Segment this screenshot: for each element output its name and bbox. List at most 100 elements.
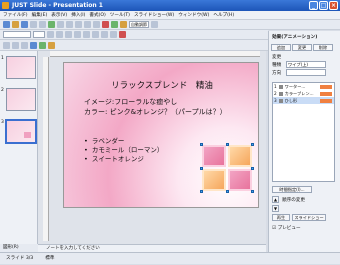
- fill-icon[interactable]: [39, 41, 46, 49]
- slide-line-1: イメージ:フローラルな癒やし: [84, 98, 178, 106]
- move-up-button[interactable]: ▲: [272, 196, 279, 203]
- font-color-icon[interactable]: [119, 31, 126, 38]
- effect-type-select[interactable]: ワイプ(上): [286, 61, 326, 68]
- maximize-button[interactable]: □: [319, 1, 328, 10]
- menu-insert[interactable]: 挿入(I): [71, 12, 85, 18]
- resize-handle[interactable]: [226, 143, 229, 146]
- mouse-icon: [278, 98, 283, 103]
- thumbnail-slide-2[interactable]: [6, 88, 36, 111]
- effects-icon[interactable]: [48, 41, 55, 49]
- numbering-icon[interactable]: [110, 31, 117, 38]
- menu-tools[interactable]: ツール(T): [110, 12, 130, 18]
- app-icon: [2, 2, 9, 9]
- preview-checkbox[interactable]: ☑ プレビュー: [272, 225, 301, 231]
- menu-slideshow[interactable]: スライドショー(W): [134, 12, 174, 18]
- italic-icon[interactable]: [56, 31, 63, 38]
- animation-item[interactable]: 1 ワーター...: [273, 83, 334, 90]
- bullet-item: ラベンダー: [84, 137, 163, 146]
- slide-title[interactable]: リラックスブレンド 精油: [64, 79, 258, 91]
- move-down-button[interactable]: ▼: [272, 205, 279, 212]
- spellcheck-icon[interactable]: [48, 21, 55, 28]
- thumb-number: 2: [1, 88, 4, 93]
- align-left-icon[interactable]: [74, 31, 81, 38]
- cut-icon[interactable]: [57, 21, 64, 28]
- close-button[interactable]: ×: [329, 1, 338, 10]
- direction-select[interactable]: [286, 69, 326, 76]
- align-right-icon[interactable]: [92, 31, 99, 38]
- resize-handle[interactable]: [251, 190, 254, 193]
- menu-edit[interactable]: 編集(E): [32, 12, 48, 18]
- slide-canvas[interactable]: リラックスブレンド 精油 イメージ:フローラルな癒やし カラー: ピンク&オレン…: [63, 62, 259, 208]
- play-button[interactable]: 再生: [272, 214, 290, 221]
- thumb-number: 3: [1, 120, 4, 125]
- new-icon[interactable]: [3, 21, 10, 28]
- shape-icon[interactable]: [30, 41, 37, 49]
- title-bar: JUST Slide - Presentation 1 _ □ ×: [0, 0, 340, 11]
- mouse-icon: [278, 84, 283, 89]
- tile-orange: [202, 169, 226, 191]
- timing-button[interactable]: 時間指定(I)...: [272, 186, 312, 193]
- image-icon[interactable]: [120, 21, 127, 28]
- line-icon[interactable]: [21, 41, 28, 49]
- panel-tabs: 追加 変更 削除: [271, 44, 333, 51]
- select-icon[interactable]: [3, 41, 10, 49]
- resize-handle[interactable]: [200, 167, 203, 170]
- paste-icon[interactable]: [75, 21, 82, 28]
- panel-title: 効果(アニメーション): [272, 35, 318, 40]
- bullet-item: カモミール（ローマン）: [84, 146, 164, 155]
- menu-file[interactable]: ファイル(F): [3, 12, 28, 18]
- bullet-item: スイートオレンジ: [84, 155, 163, 164]
- underline-icon[interactable]: [65, 31, 72, 38]
- type-label: 種類: [272, 63, 282, 68]
- status-bar: スライド 3/3 標準: [0, 252, 340, 264]
- zoom-select[interactable]: 自動調節: [129, 21, 149, 28]
- save-icon[interactable]: [21, 21, 28, 28]
- direction-label: 方向: [272, 71, 282, 76]
- add-effect-button[interactable]: 追加: [271, 44, 291, 51]
- effect-bar: [320, 98, 332, 103]
- bullet-list[interactable]: ラベンダー カモミール（ローマン） スイートオレンジ: [84, 137, 164, 164]
- print-icon[interactable]: [30, 21, 37, 28]
- copy-icon[interactable]: [66, 21, 73, 28]
- animation-item[interactable]: 2 カラーブレン...: [273, 90, 334, 97]
- menu-format[interactable]: 書式(O): [89, 12, 105, 18]
- menu-help[interactable]: ヘルプ(H): [213, 12, 234, 18]
- bold-icon[interactable]: [47, 31, 54, 38]
- resize-handle[interactable]: [226, 190, 229, 193]
- thumbnail-slide-3[interactable]: [5, 119, 37, 144]
- notes-field[interactable]: ノートを入力してください: [38, 244, 266, 252]
- tile-group[interactable]: [200, 143, 254, 193]
- resize-handle[interactable]: [251, 167, 254, 170]
- slide-subtitle[interactable]: イメージ:フローラルな癒やし カラー: ピンク&オレンジ？（パープルは？）: [84, 97, 227, 117]
- menu-bar: ファイル(F) 編集(E) 表示(V) 挿入(I) 書式(O) ツール(T) ス…: [0, 11, 340, 20]
- minimize-button[interactable]: _: [309, 1, 318, 10]
- menu-window[interactable]: ウィンドウ(W): [178, 12, 209, 18]
- table-icon[interactable]: [111, 21, 118, 28]
- text-box-icon[interactable]: [12, 41, 19, 49]
- align-center-icon[interactable]: [83, 31, 90, 38]
- draw-menu[interactable]: 図形(R): [0, 244, 38, 252]
- slideshow-button[interactable]: スライドショー: [292, 214, 326, 221]
- help-icon[interactable]: [151, 21, 158, 28]
- thumbnail-slide-1[interactable]: [6, 56, 36, 79]
- bullets-icon[interactable]: [101, 31, 108, 38]
- chart-icon[interactable]: [102, 21, 109, 28]
- preview-icon[interactable]: [39, 21, 46, 28]
- font-select[interactable]: [3, 31, 31, 38]
- open-icon[interactable]: [12, 21, 19, 28]
- item-name: カラーブレン...: [284, 90, 314, 96]
- menu-view[interactable]: 表示(V): [51, 12, 67, 18]
- change-effect-button[interactable]: 変更: [292, 44, 312, 51]
- item-number: 2: [274, 91, 277, 96]
- remove-effect-button[interactable]: 削除: [313, 44, 333, 51]
- redo-icon[interactable]: [93, 21, 100, 28]
- resize-handle[interactable]: [251, 143, 254, 146]
- resize-handle[interactable]: [200, 143, 203, 146]
- animation-list[interactable]: 1 ワーター... 2 カラーブレン... 3 ひし形: [272, 82, 335, 182]
- size-select[interactable]: [33, 31, 45, 38]
- item-name: ひし形: [284, 97, 298, 103]
- thumb-shape: [24, 132, 31, 138]
- undo-icon[interactable]: [84, 21, 91, 28]
- animation-item-selected[interactable]: 3 ひし形: [273, 97, 334, 104]
- resize-handle[interactable]: [200, 190, 203, 193]
